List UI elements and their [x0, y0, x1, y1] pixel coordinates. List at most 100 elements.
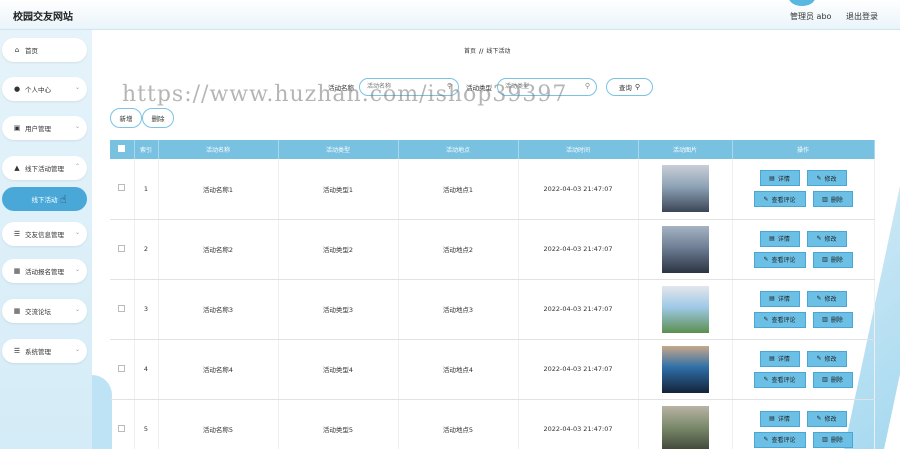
logout-link[interactable]: 退出登录 — [846, 11, 878, 22]
table-row[interactable]: 3 活动名称3 活动类型3 活动地点3 2022-04-03 21:47:07 ▤ 详情 ✎ 修… — [110, 279, 875, 340]
row-activity-type: 活动类型3 — [278, 279, 399, 340]
row-image-cell — [638, 159, 733, 220]
table-row[interactable]: 2 活动名称2 活动类型2 活动地点2 2022-04-03 21:47:07 ▤ 详情 ✎ 修… — [110, 219, 875, 280]
edit-button[interactable]: ✎ 修改 — [806, 230, 847, 247]
table-row[interactable]: 1 活动名称1 活动类型1 活动地点1 2022-04-03 21:47:07 ▤ 详情 ✎ 修… — [110, 159, 875, 220]
sidebar: ⌂ 首页 ● 个人中心 ⌄ ▣ 用户管理 ⌄ ▲ 线下活动管理 ⌃ 线下活动 ☝… — [0, 30, 92, 449]
detail-button[interactable]: ▤ 详情 — [759, 170, 800, 187]
sidebar-item-personal-center[interactable]: ● 个人中心 ⌄ — [2, 77, 87, 101]
delete-button-label: 删除 — [830, 437, 843, 444]
view-comments-button[interactable]: ✎ 查看评论 — [753, 251, 806, 268]
row-activity-name: 活动名称5 — [158, 399, 279, 449]
row-checkbox[interactable] — [118, 244, 126, 252]
row-checkbox[interactable] — [118, 424, 126, 432]
chevron-down-icon: ⌄ — [74, 229, 80, 236]
row-select-cell — [110, 339, 135, 400]
sidebar-item-friend-info-management[interactable]: ☰ 交友信息管理 ⌄ — [2, 222, 87, 246]
sidebar-item-system-management[interactable]: ☰ 系统管理 ⌄ — [2, 339, 87, 363]
sidebar-item-registration-management[interactable]: ▦ 活动报名管理 ⌄ — [2, 259, 87, 283]
row-index: 2 — [134, 219, 159, 280]
edit-button[interactable]: ✎ 修改 — [806, 350, 847, 367]
delete-button[interactable]: ▥ 删除 — [812, 191, 853, 208]
activity-type-input[interactable] — [505, 79, 585, 94]
breadcrumb-home[interactable]: 首页 — [464, 48, 476, 55]
view-comments-button[interactable]: ✎ 查看评论 — [753, 311, 806, 328]
detail-icon: ▤ — [769, 235, 775, 242]
row-checkbox[interactable] — [118, 304, 126, 312]
sidebar-item-label: 用户管理 — [25, 125, 51, 133]
sidebar-item-user-management[interactable]: ▣ 用户管理 ⌄ — [2, 116, 87, 140]
chevron-down-icon: ⌄ — [74, 84, 80, 91]
sidebar-item-label: 交友信息管理 — [25, 231, 64, 239]
row-image-cell — [638, 279, 733, 340]
activity-photo[interactable] — [661, 285, 709, 333]
view-comments-button[interactable]: ✎ 查看评论 — [753, 191, 806, 208]
table-row[interactable]: 5 活动名称5 活动类型5 活动地点5 2022-04-03 21:47:07 ▤ 详情 ✎ 修… — [110, 399, 875, 449]
view-comments-label: 查看评论 — [771, 196, 796, 204]
sidebar-item-offline-activity-management[interactable]: ▲ 线下活动管理 ⌃ — [2, 156, 87, 180]
view-comments-button[interactable]: ✎ 查看评论 — [753, 431, 806, 448]
row-activity-time: 2022-04-03 21:47:07 — [518, 279, 639, 340]
batch-delete-button[interactable]: 删除 — [142, 108, 174, 128]
avatar[interactable] — [789, 0, 815, 6]
edit-button-label: 修改 — [824, 416, 837, 423]
query-button[interactable]: 查询 ⚲ — [606, 78, 653, 96]
decorative-shape — [92, 375, 112, 449]
chevron-down-icon: ⌃ — [74, 163, 80, 170]
activity-photo[interactable] — [661, 225, 709, 273]
activity-type-search[interactable]: ⚲ — [497, 78, 597, 96]
row-activity-name: 活动名称4 — [158, 339, 279, 400]
search-icon: ⚲ — [584, 82, 590, 90]
admin-label: 管理员 abo — [790, 12, 832, 21]
select-all-checkbox[interactable] — [118, 145, 126, 152]
delete-button[interactable]: ▥ 删除 — [812, 311, 853, 328]
row-checkbox[interactable] — [118, 184, 126, 192]
detail-button[interactable]: ▤ 详情 — [759, 350, 800, 367]
delete-button[interactable]: ▥ 删除 — [812, 431, 853, 448]
trash-icon: ▥ — [822, 316, 828, 323]
delete-button[interactable]: ▥ 删除 — [812, 371, 853, 388]
sidebar-item-label: 系统管理 — [25, 348, 51, 356]
grid-icon: ▦ — [13, 267, 21, 275]
column-header-time: 活动时间 — [518, 140, 639, 159]
activity-photo[interactable] — [661, 165, 709, 213]
view-comments-button[interactable]: ✎ 查看评论 — [753, 371, 806, 388]
add-button[interactable]: 新增 — [110, 108, 142, 128]
table-row[interactable]: 4 活动名称4 活动类型4 活动地点4 2022-04-03 21:47:07 ▤ 详情 ✎ 修… — [110, 339, 875, 400]
activity-type-label: 活动类型 — [466, 84, 492, 92]
delete-button-label: 删除 — [830, 196, 843, 204]
activity-name-search[interactable]: ⚲ — [359, 78, 459, 96]
edit-button[interactable]: ✎ 修改 — [806, 410, 847, 427]
detail-button[interactable]: ▤ 详情 — [759, 410, 800, 427]
edit-icon: ✎ — [763, 195, 769, 203]
activity-photo[interactable] — [661, 345, 709, 393]
top-bar: 校园交友网站 管理员 abo 退出登录 — [0, 0, 900, 30]
delete-button[interactable]: ▥ 删除 — [812, 251, 853, 268]
detail-icon: ▤ — [769, 295, 775, 302]
search-bar: 活动名称 ⚲ 活动类型 ⚲ 查询⚲ — [328, 78, 653, 96]
detail-button[interactable]: ▤ 详情 — [759, 290, 800, 307]
edit-button[interactable]: ✎ 修改 — [806, 290, 847, 307]
row-image-cell — [638, 399, 733, 449]
sidebar-subitem-offline-activity[interactable]: 线下活动 — [2, 187, 87, 211]
sidebar-item-forum[interactable]: ▦ 交流论坛 ⌄ — [2, 299, 87, 323]
bag-icon: ▲ — [14, 164, 20, 172]
sidebar-item-home[interactable]: ⌂ 首页 — [2, 38, 87, 62]
row-activity-time: 2022-04-03 21:47:07 — [518, 399, 639, 449]
list-icon: ☰ — [13, 230, 21, 238]
edit-icon: ✎ — [763, 256, 769, 263]
row-checkbox[interactable] — [118, 364, 126, 372]
row-activity-place: 活动地点2 — [398, 219, 519, 280]
edit-button[interactable]: ✎ 修改 — [806, 170, 847, 187]
row-activity-time: 2022-04-03 21:47:07 — [518, 219, 639, 280]
row-index: 3 — [134, 279, 159, 340]
site-title: 校园交友网站 — [13, 12, 73, 23]
activity-photo[interactable] — [661, 405, 709, 449]
row-activity-time: 2022-04-03 21:47:07 — [518, 159, 639, 220]
detail-button-label: 详情 — [777, 175, 790, 183]
row-select-cell — [110, 219, 135, 280]
view-comments-label: 查看评论 — [771, 437, 796, 444]
detail-button[interactable]: ▤ 详情 — [759, 230, 800, 247]
activity-name-input[interactable] — [367, 79, 447, 94]
chevron-down-icon: ⌄ — [74, 346, 80, 353]
